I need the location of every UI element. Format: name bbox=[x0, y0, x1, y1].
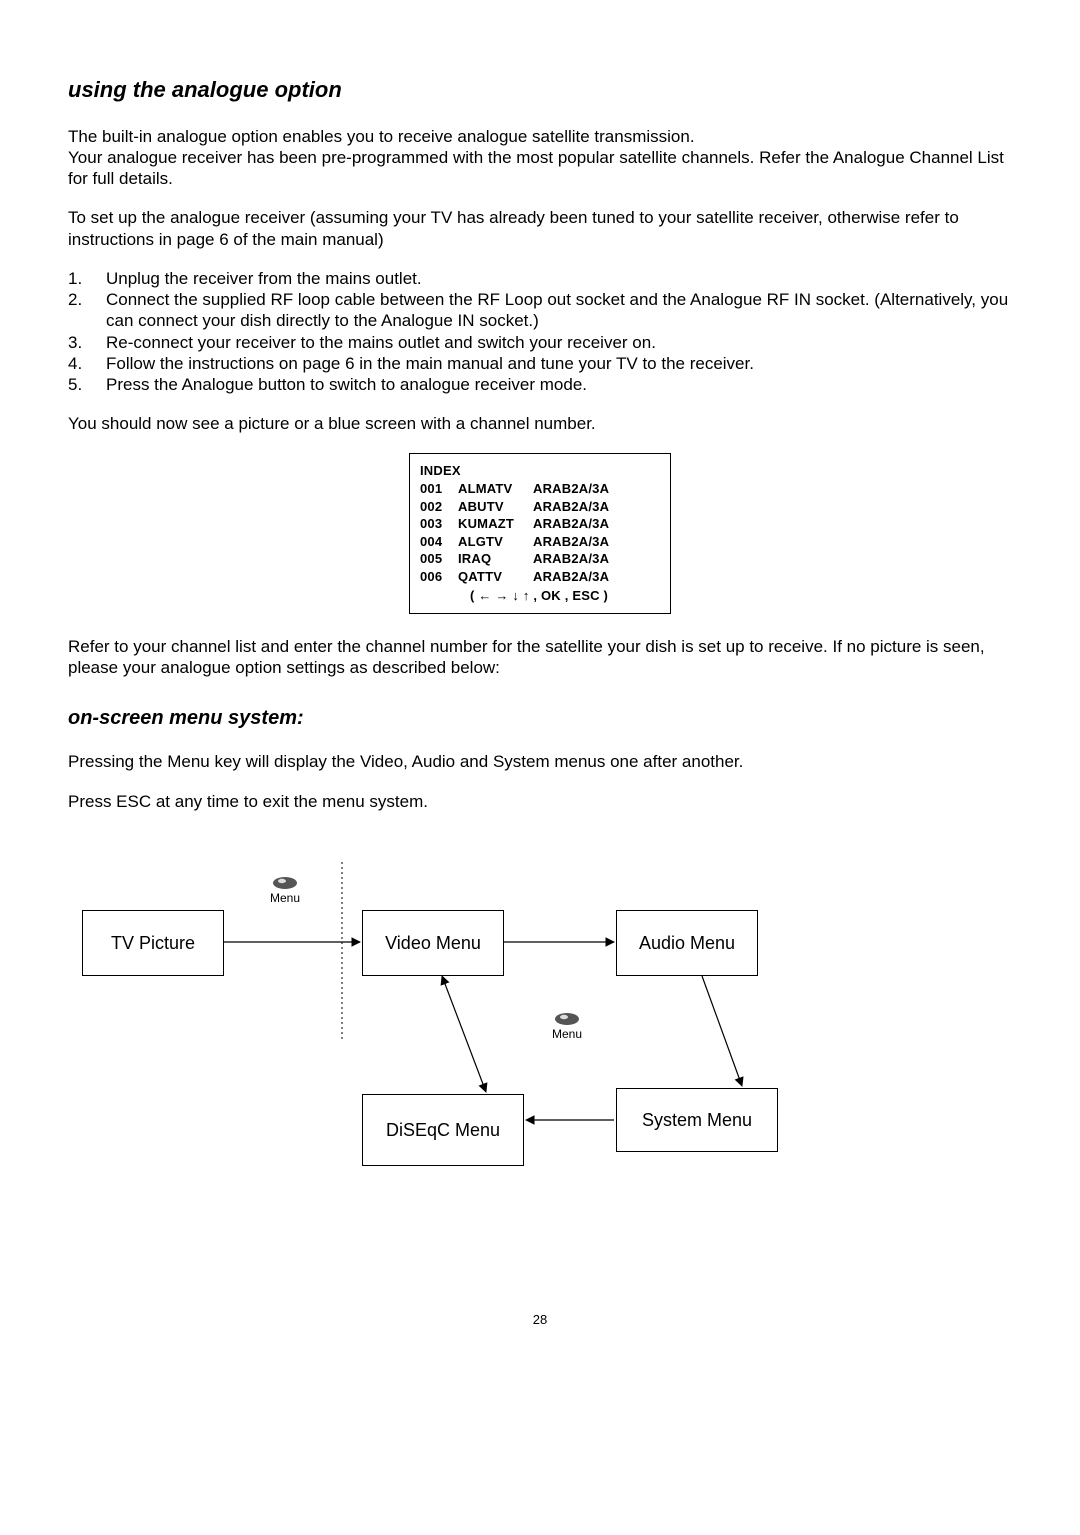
step-text: Press the Analogue button to switch to a… bbox=[106, 374, 1012, 395]
index-row: 006QATTVARAB2A/3A bbox=[420, 568, 658, 586]
step-num: 4. bbox=[68, 353, 106, 374]
index-row: 002ABUTVARAB2A/3A bbox=[420, 498, 658, 516]
heading-main: using the analogue option bbox=[68, 76, 1012, 104]
index-box: INDEX 001ALMATVARAB2A/3A 002ABUTVARAB2A/… bbox=[409, 453, 671, 614]
para-menu1: Pressing the Menu key will display the V… bbox=[68, 751, 1012, 772]
index-row: 004ALGTVARAB2A/3A bbox=[420, 533, 658, 551]
step-text: Unplug the receiver from the mains outle… bbox=[106, 268, 1012, 289]
page-number: 28 bbox=[68, 1312, 1012, 1328]
para-after-list: You should now see a picture or a blue s… bbox=[68, 413, 1012, 434]
steps-list: 1.Unplug the receiver from the mains out… bbox=[68, 268, 1012, 396]
para-refer: Refer to your channel list and enter the… bbox=[68, 636, 1012, 679]
step-text: Connect the supplied RF loop cable betwe… bbox=[106, 289, 1012, 332]
diagram-arrows bbox=[82, 862, 802, 1222]
index-row: 003KUMAZTARAB2A/3A bbox=[420, 515, 658, 533]
step-text: Re-connect your receiver to the mains ou… bbox=[106, 332, 1012, 353]
menu-flow-diagram: TV Picture Video Menu Audio Menu DiSEqC … bbox=[82, 862, 802, 1222]
para-menu2: Press ESC at any time to exit the menu s… bbox=[68, 791, 1012, 812]
para-setup: To set up the analogue receiver (assumin… bbox=[68, 207, 1012, 250]
step-num: 5. bbox=[68, 374, 106, 395]
heading-sub: on-screen menu system: bbox=[68, 706, 1012, 731]
index-row: 001ALMATVARAB2A/3A bbox=[420, 480, 658, 498]
index-row: 005IRAQARAB2A/3A bbox=[420, 550, 658, 568]
step-num: 1. bbox=[68, 268, 106, 289]
para-intro: The built-in analogue option enables you… bbox=[68, 126, 1012, 190]
index-title: INDEX bbox=[420, 462, 658, 480]
step-num: 3. bbox=[68, 332, 106, 353]
step-text: Follow the instructions on page 6 in the… bbox=[106, 353, 1012, 374]
index-footer: ( ← → ↓ ↑ , OK , ESC ) bbox=[420, 587, 658, 605]
step-num: 2. bbox=[68, 289, 106, 332]
